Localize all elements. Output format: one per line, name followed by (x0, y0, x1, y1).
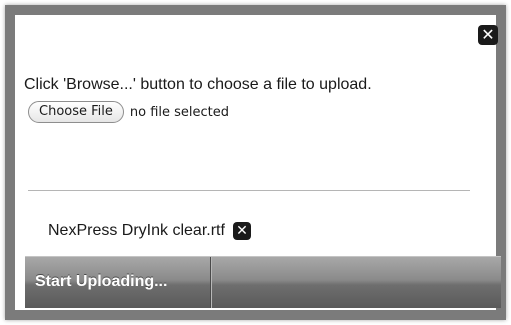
toolbar-empty-area (211, 257, 501, 308)
choose-file-button[interactable]: Choose File (28, 101, 124, 123)
page-background: ✕ Click 'Browse...' button to choose a f… (0, 0, 511, 325)
file-input: Choose File no file selected (28, 101, 229, 123)
upload-dialog: ✕ Click 'Browse...' button to choose a f… (5, 5, 506, 320)
close-icon[interactable]: ✕ (478, 25, 498, 45)
upload-toolbar: Start Uploading... (25, 256, 501, 308)
upload-instruction: Click 'Browse...' button to choose a fil… (24, 76, 372, 93)
remove-file-icon[interactable]: ✕ (232, 222, 251, 240)
file-status-text: no file selected (129, 104, 230, 120)
queued-file-name: NexPress DryInk clear.rtf (48, 222, 225, 239)
start-uploading-button[interactable]: Start Uploading... (25, 257, 211, 308)
divider (28, 190, 470, 191)
queued-file-item: NexPress DryInk clear.rtf ✕ (48, 220, 251, 242)
